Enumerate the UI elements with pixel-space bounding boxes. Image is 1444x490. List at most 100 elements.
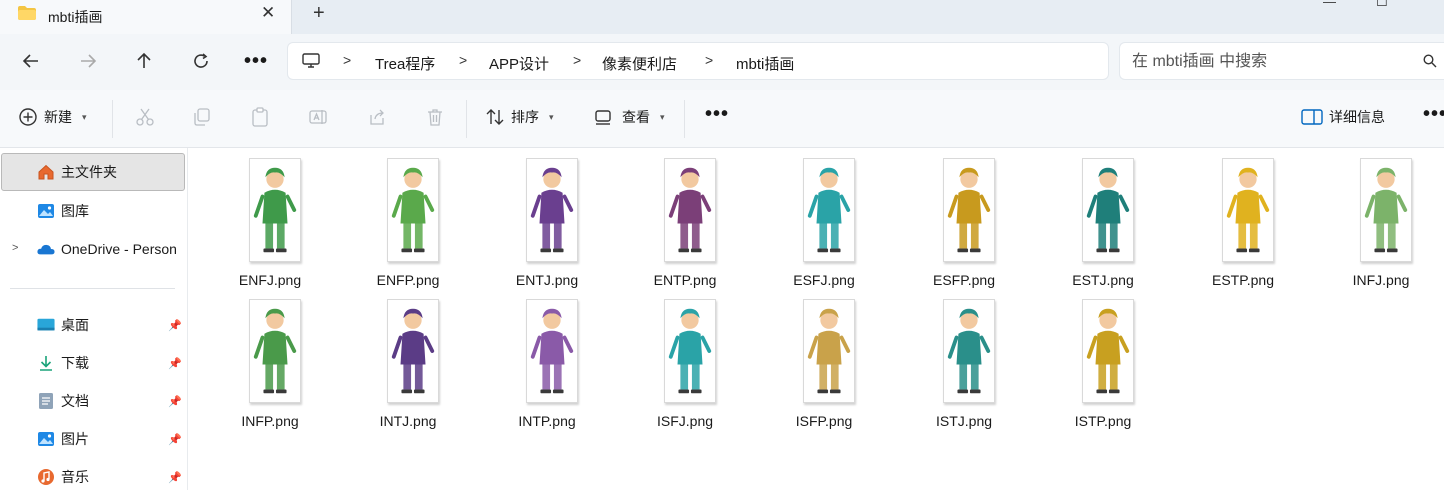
- pin-icon[interactable]: 📌: [168, 357, 182, 370]
- image-thumbnail: [249, 158, 301, 262]
- tab-title: mbti插画: [48, 9, 103, 25]
- cut-icon[interactable]: [135, 107, 155, 127]
- file-name: ESFP.png: [932, 272, 995, 288]
- breadcrumb-item[interactable]: Trea程序: [375, 53, 435, 74]
- file-item[interactable]: ISTP.png: [1033, 289, 1173, 429]
- divider: [112, 100, 113, 138]
- search-box[interactable]: [1119, 42, 1444, 80]
- share-icon[interactable]: [367, 107, 387, 127]
- search-input[interactable]: [1132, 51, 1412, 73]
- sidebar-item-label: 图片: [61, 431, 89, 447]
- more-icon: •••: [705, 103, 730, 125]
- sidebar-item-downloads[interactable]: 下载 📌: [0, 344, 188, 382]
- details-button[interactable]: 详细信息: [1301, 107, 1385, 127]
- plus-icon[interactable]: +: [313, 2, 325, 25]
- sidebar-item-label: 图库: [61, 203, 89, 219]
- file-item[interactable]: ESFP.png: [894, 148, 1034, 288]
- plus-circle-icon: [19, 108, 37, 126]
- file-item[interactable]: INFP.png: [200, 289, 340, 429]
- sidebar-item-home[interactable]: 主文件夹: [1, 153, 185, 191]
- file-name: INFJ.png: [1352, 272, 1410, 288]
- more-icon: •••: [243, 49, 268, 72]
- back-button[interactable]: [16, 48, 46, 74]
- breadcrumb-item[interactable]: APP设计: [489, 53, 549, 74]
- documents-icon: [37, 392, 55, 410]
- onedrive-icon: [37, 240, 55, 258]
- rename-icon[interactable]: [308, 107, 328, 127]
- home-icon: [37, 163, 55, 181]
- refresh-button[interactable]: [186, 48, 216, 74]
- close-icon[interactable]: ✕: [261, 3, 275, 23]
- view-button[interactable]: 查看 ▾: [594, 107, 665, 127]
- file-name: ENFJ.png: [238, 272, 302, 288]
- image-thumbnail: [1222, 158, 1274, 262]
- sort-icon: [486, 109, 504, 125]
- pin-icon[interactable]: 📌: [168, 433, 182, 446]
- folder-icon: [18, 6, 36, 20]
- file-item[interactable]: ISTJ.png: [894, 289, 1034, 429]
- sidebar-item-desktop[interactable]: 桌面 📌: [0, 306, 188, 344]
- chevron-down-icon: ▾: [82, 111, 87, 122]
- file-item[interactable]: ISFJ.png: [615, 289, 755, 429]
- sidebar-item-pictures[interactable]: 图片 📌: [0, 420, 188, 458]
- file-item[interactable]: INTP.png: [477, 289, 617, 429]
- file-item[interactable]: ESFJ.png: [754, 148, 894, 288]
- image-thumbnail: [387, 158, 439, 262]
- overflow-button[interactable]: •••: [1423, 103, 1444, 126]
- file-item[interactable]: ENTJ.png: [477, 148, 617, 288]
- chevron-right-icon: >: [459, 52, 468, 68]
- forward-button[interactable]: [73, 48, 103, 74]
- search-icon[interactable]: [1423, 54, 1437, 68]
- file-item[interactable]: ESTP.png: [1173, 148, 1313, 288]
- copy-icon[interactable]: [192, 107, 212, 127]
- file-item[interactable]: ENFJ.png: [200, 148, 340, 288]
- sort-button[interactable]: 排序 ▾: [485, 107, 554, 127]
- delete-icon[interactable]: [425, 107, 445, 127]
- command-bar: 新建 ▾ 排序 ▾ 查看 ▾ ••• 详细信息 ••: [0, 90, 1444, 148]
- pin-icon[interactable]: 📌: [168, 471, 182, 484]
- file-item[interactable]: INTJ.png: [338, 289, 478, 429]
- breadcrumb-item[interactable]: 像素便利店: [602, 53, 677, 74]
- arrow-right-icon: [81, 54, 97, 68]
- file-name: ISTJ.png: [935, 413, 993, 429]
- file-item[interactable]: INFJ.png: [1311, 148, 1444, 288]
- image-thumbnail: [1082, 299, 1134, 403]
- chevron-right-icon: >: [343, 52, 352, 68]
- image-thumbnail: [664, 299, 716, 403]
- image-thumbnail: [1360, 158, 1412, 262]
- sidebar-item-music[interactable]: 音乐 📌: [0, 458, 188, 490]
- file-name: ENTJ.png: [515, 272, 579, 288]
- file-item[interactable]: ENFP.png: [338, 148, 478, 288]
- file-name: ISFJ.png: [656, 413, 714, 429]
- up-button[interactable]: [129, 48, 159, 74]
- file-name: INFP.png: [241, 413, 299, 429]
- image-thumbnail: [803, 158, 855, 262]
- address-bar[interactable]: > Trea程序 > APP设计 > 像素便利店 > mbti插画: [287, 42, 1109, 80]
- new-button[interactable]: 新建 ▾: [18, 107, 87, 127]
- breadcrumb-item[interactable]: mbti插画: [736, 53, 794, 74]
- maximize-icon[interactable]: ☐: [1376, 0, 1388, 10]
- sidebar-item-documents[interactable]: 文档 📌: [0, 382, 188, 420]
- more-nav-button[interactable]: •••: [241, 48, 271, 74]
- gallery-icon: [37, 202, 55, 220]
- divider: [684, 100, 685, 138]
- file-name: ISFP.png: [795, 413, 853, 429]
- file-item[interactable]: ESTJ.png: [1033, 148, 1173, 288]
- sidebar-item-label: 文档: [61, 393, 89, 409]
- paste-icon[interactable]: [250, 107, 270, 127]
- pin-icon[interactable]: 📌: [168, 319, 182, 332]
- pin-icon[interactable]: 📌: [168, 395, 182, 408]
- tab-mbti[interactable]: mbti插画 ✕: [0, 0, 292, 34]
- image-thumbnail: [943, 299, 995, 403]
- more-toolbar-button[interactable]: •••: [705, 103, 729, 126]
- file-view: ENFJ.png ENFP.png ENTJ.png ENTP.png ESFJ.png…: [189, 148, 1444, 490]
- file-item[interactable]: ENTP.png: [615, 148, 755, 288]
- file-name: ENFP.png: [376, 272, 440, 288]
- sidebar-item-label: OneDrive - Person: [61, 241, 177, 257]
- minimize-icon[interactable]: —: [1323, 0, 1336, 9]
- sidebar-item-gallery[interactable]: 图库: [0, 192, 188, 230]
- file-name: INTJ.png: [379, 413, 437, 429]
- file-item[interactable]: ISFP.png: [754, 289, 894, 429]
- sidebar-item-onedrive[interactable]: OneDrive - Person: [0, 230, 188, 268]
- chevron-down-icon: ▾: [660, 111, 665, 122]
